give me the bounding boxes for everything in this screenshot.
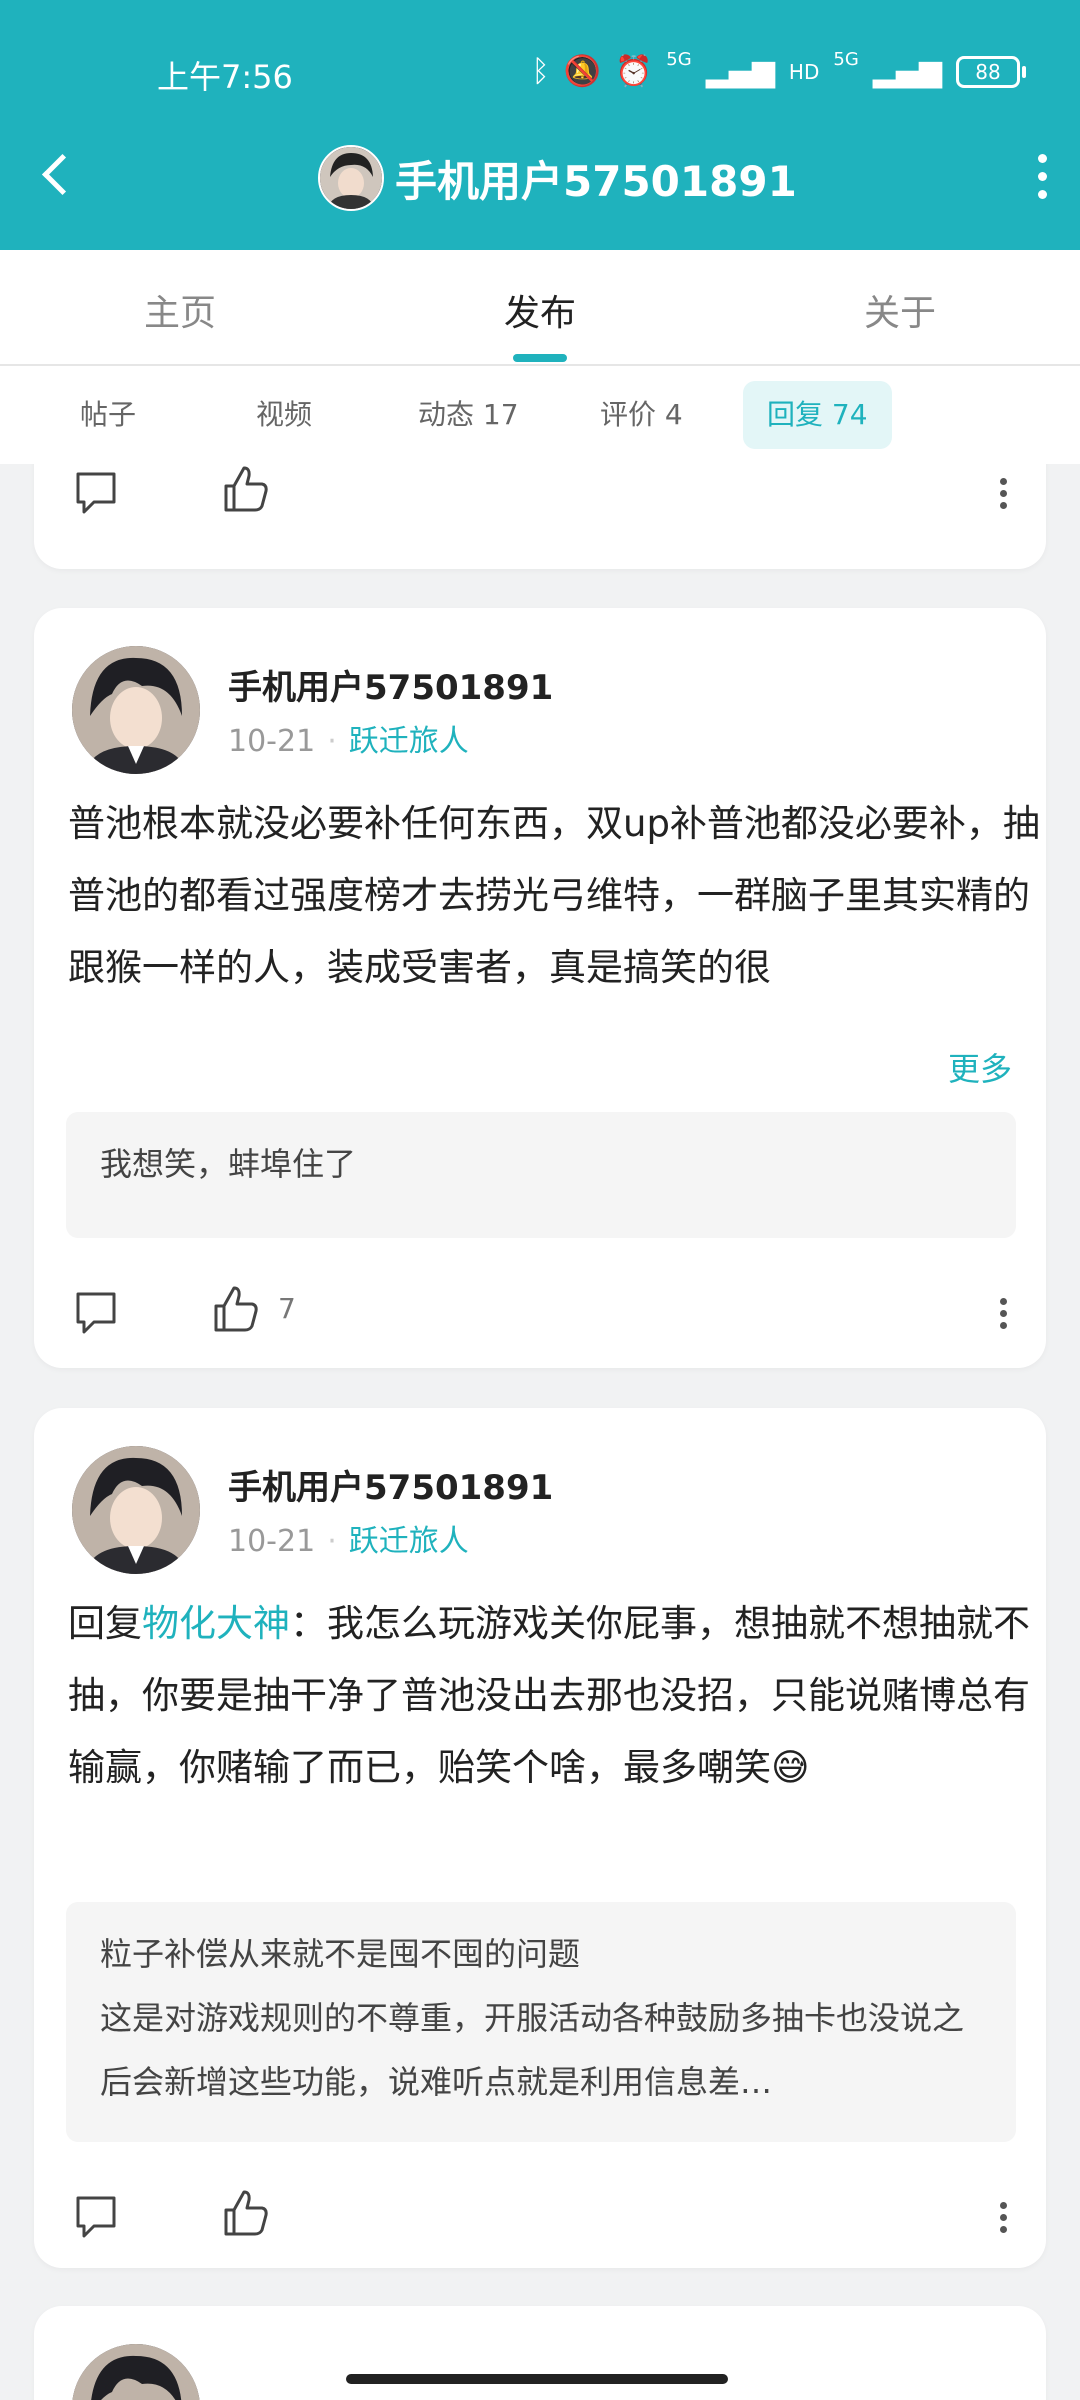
back-button[interactable] [36, 150, 76, 202]
meta-separator: · [327, 1524, 337, 1559]
like-count: 7 [278, 1292, 296, 1325]
post-actions: 7 [34, 1284, 1046, 1344]
sub-tabs: 帖子 视频 动态 17 评价 4 回复 74 [0, 366, 1080, 464]
avatar-image [72, 646, 200, 774]
bluetooth-icon: ᛒ [531, 54, 550, 89]
quoted-text-line: 这是对游戏规则的不尊重，开服活动各种鼓励多抽卡也没说之后会新增这些功能，说难听点… [100, 1999, 965, 2101]
post-content: 普池根本就没必要补任何东西，双up补普池都没必要补，抽普池的都看过强度榜才去捞光… [68, 802, 1040, 989]
avatar-image [72, 2344, 200, 2400]
like-icon[interactable] [222, 2188, 270, 2238]
main-tabs: 主页 发布 关于 [0, 250, 1080, 366]
user-badge[interactable]: 跃迁旅人 [349, 1524, 469, 1559]
post-more-button[interactable] [988, 1294, 1018, 1334]
comment-icon[interactable] [74, 1290, 118, 1336]
avatar-image [320, 147, 382, 209]
more-options-button[interactable] [1020, 150, 1064, 202]
status-time: 上午7:56 [157, 58, 293, 96]
page-title: 手机用户57501891 [395, 157, 797, 206]
mute-bell-icon: 🔕 [563, 54, 601, 89]
post-more-button[interactable] [988, 2198, 1018, 2238]
comment-icon[interactable] [74, 2194, 118, 2240]
status-icons: ᛒ 🔕 ⏰ 5G ▂▄▆ HD 5G ▂▄▆ 88 [531, 49, 1026, 92]
like-icon[interactable] [212, 1284, 260, 1334]
post-date: 10-21 [228, 1524, 316, 1559]
author-name[interactable]: 手机用户57501891 [228, 660, 553, 709]
post-content: 回复物化大神：我怎么玩游戏关你屁事，想抽就不想抽就不抽，你要是抽干净了普池没出去… [68, 1588, 1048, 1804]
battery-icon: 88 [956, 56, 1026, 88]
alarm-icon: ⏰ [614, 54, 653, 89]
post-card-partial [34, 464, 1046, 569]
tab-about[interactable]: 关于 [800, 284, 1000, 336]
tab-home[interactable]: 主页 [80, 284, 280, 336]
quoted-comment[interactable]: 我想笑，蚌埠住了 [66, 1112, 1016, 1238]
like-icon[interactable] [222, 464, 270, 514]
comment-icon[interactable] [74, 470, 118, 516]
mention-link[interactable]: 物化大神 [142, 1602, 290, 1645]
author-avatar[interactable] [72, 2344, 200, 2400]
hd-icon: HD [788, 60, 820, 84]
author-avatar[interactable] [72, 646, 200, 774]
quoted-comment[interactable]: 粒子补偿从来就不是囤不囤的问题 这是对游戏规则的不尊重，开服活动各种鼓励多抽卡也… [66, 1902, 1016, 2142]
tab-posts[interactable]: 发布 [440, 284, 640, 336]
network-5g-label-2: 5G [833, 49, 859, 70]
network-5g-label: 5G [666, 49, 692, 70]
subtab-replies[interactable]: 回复 74 [743, 381, 892, 449]
signal-icon: ▂▄▆ [705, 54, 775, 89]
author-name[interactable]: 手机用户57501891 [228, 1460, 553, 1509]
post-card[interactable]: 手机用户57501891 10-21 · 跃迁旅人 回复物化大神：我怎么玩游戏关你屁… [34, 1408, 1046, 2268]
post-meta: 10-21 · 跃迁旅人 [228, 716, 469, 760]
post-card[interactable]: 手机用户57501891 10-21 · 跃迁旅人 普池根本就没必要补任何东西，双u… [34, 608, 1046, 1368]
avatar-image [72, 1446, 200, 1574]
subtab-videos[interactable]: 视频 [232, 381, 336, 449]
reply-feed: 手机用户57501891 10-21 · 跃迁旅人 普池根本就没必要补任何东西，双u… [0, 464, 1080, 2400]
post-meta: 10-21 · 跃迁旅人 [228, 1516, 469, 1560]
post-more-button[interactable] [988, 474, 1018, 514]
quoted-text-line: 粒子补偿从来就不是囤不囤的问题 [100, 1935, 581, 1973]
app-header: 上午7:56 ᛒ 🔕 ⏰ 5G ▂▄▆ HD 5G ▂▄▆ 88 手机用户575… [0, 0, 1080, 250]
gesture-home-bar[interactable] [346, 2374, 728, 2384]
expand-more-link[interactable]: 更多 [948, 1044, 1012, 1090]
author-avatar[interactable] [72, 1446, 200, 1574]
active-tab-indicator [513, 354, 567, 362]
meta-separator: · [327, 724, 337, 759]
subtab-threads[interactable]: 帖子 [56, 381, 160, 449]
quoted-text: 我想笑，蚌埠住了 [100, 1145, 357, 1183]
post-date: 10-21 [228, 724, 316, 759]
user-badge[interactable]: 跃迁旅人 [349, 724, 469, 759]
subtab-reviews[interactable]: 评价 4 [576, 381, 707, 449]
subtab-moments[interactable]: 动态 17 [394, 381, 543, 449]
post-card-partial [34, 2306, 1046, 2400]
header-avatar[interactable] [318, 145, 384, 211]
signal-icon-2: ▂▄▆ [872, 54, 942, 89]
reply-prefix: 回复 [68, 1602, 142, 1645]
post-actions [34, 2188, 1046, 2248]
post-actions [34, 464, 1046, 524]
